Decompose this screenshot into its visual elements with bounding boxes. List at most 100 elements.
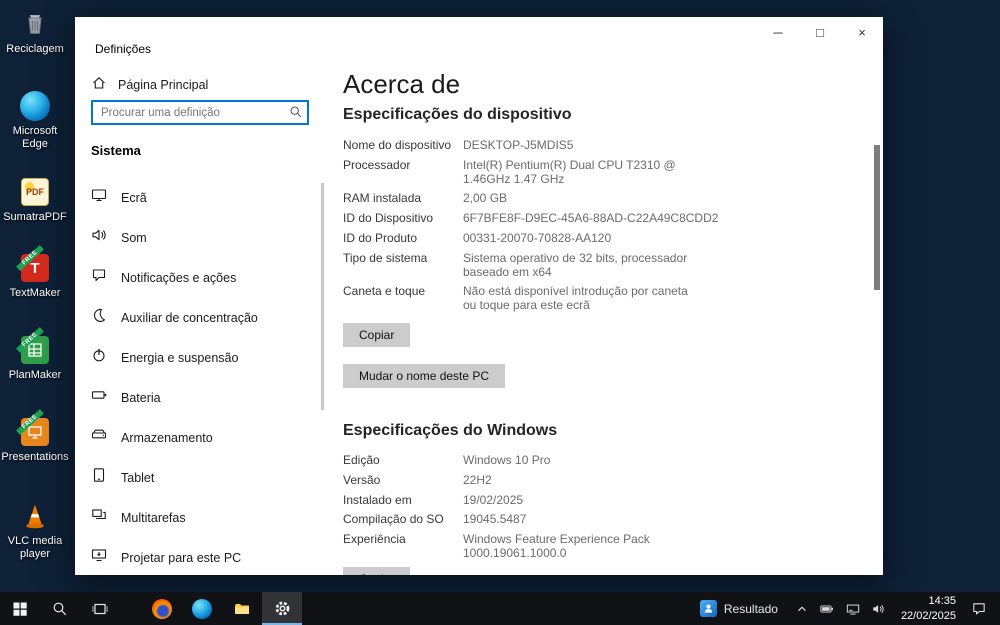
- presentations-icon: FREE: [16, 409, 51, 448]
- clock-date: 22/02/2025: [900, 609, 956, 622]
- sidebar-item-home[interactable]: Página Principal: [75, 69, 325, 100]
- settings-sidebar: Página Principal Sistema Ecrã Som: [75, 63, 325, 605]
- desktop-icon-label: PlanMaker: [8, 369, 62, 381]
- taskbar-edge-icon[interactable]: [182, 592, 222, 625]
- clock-time: 14:35: [928, 595, 956, 608]
- sidebar-item-label: Armazenamento: [121, 430, 213, 445]
- desktop-icon-edge[interactable]: Microsoft Edge: [2, 90, 68, 150]
- minimize-button[interactable]: ─: [757, 17, 799, 47]
- desktop-icon-recycle-bin[interactable]: Reciclagem: [2, 8, 68, 56]
- widget-label: Resultado: [723, 601, 778, 616]
- taskbar-clock[interactable]: 14:35 22/02/2025: [891, 594, 966, 623]
- spec-row-product-id: ID do Produto 00331-20070-70828-AA120: [343, 230, 843, 246]
- sidebar-scrollbar[interactable]: [321, 183, 324, 410]
- desktop-icon-textmaker[interactable]: T FREE TextMaker: [2, 245, 68, 300]
- sidebar-item-label: Ecrã: [121, 190, 147, 205]
- tray-network-icon[interactable]: [840, 592, 866, 625]
- widget-icon: [699, 600, 717, 617]
- sidebar-item-battery[interactable]: Bateria: [75, 378, 325, 418]
- folder-icon: [235, 603, 249, 614]
- settings-search-input[interactable]: [91, 100, 309, 125]
- spec-label: ID do Dispositivo: [343, 211, 434, 226]
- notifications-icon: [91, 267, 107, 289]
- desktop-icon-label: Reciclagem: [6, 43, 64, 55]
- spec-value: Sistema operativo de 32 bits, processado…: [463, 250, 688, 279]
- window-title: Definições: [95, 42, 152, 56]
- device-spec-heading: Especificações do dispositivo: [343, 106, 572, 123]
- spec-row-processor: Processador Intel(R) Pentium(R) Dual CPU…: [343, 157, 843, 187]
- sidebar-item-focus-assist[interactable]: Auxiliar de concentração: [75, 298, 325, 338]
- taskbar-tray: Resultado 14:35 22/02/2025: [688, 592, 1000, 625]
- sidebar-item-tablet[interactable]: Tablet: [75, 458, 325, 498]
- settings-main: Acerca de Especificações do dispositivo …: [325, 63, 883, 575]
- spec-value: Não está disponível introdução por canet…: [463, 284, 688, 313]
- taskbar-explorer-icon[interactable]: [222, 592, 262, 625]
- desktop-icon-label: SumatraPDF: [3, 211, 67, 223]
- taskbar-settings-icon[interactable]: [262, 592, 302, 625]
- gear-icon: [275, 601, 289, 616]
- sound-icon: [91, 227, 107, 249]
- sidebar-item-storage[interactable]: Armazenamento: [75, 418, 325, 458]
- sidebar-item-label: Bateria: [121, 390, 161, 405]
- spec-value: Windows Feature Experience Pack 1000.190…: [463, 532, 650, 560]
- window-controls: ─ □ ×: [757, 17, 883, 47]
- sidebar-home-label: Página Principal: [118, 77, 209, 92]
- taskbar-search-button[interactable]: [40, 592, 80, 625]
- sumatrapdf-icon: PDF: [19, 176, 51, 208]
- taskbar-widget[interactable]: Resultado: [688, 592, 790, 625]
- action-center-icon[interactable]: [966, 592, 992, 625]
- battery-icon: [91, 387, 107, 409]
- spec-row-experience: Experiência Windows Feature Experience P…: [343, 532, 843, 561]
- sidebar-item-label: Tablet: [121, 470, 155, 485]
- spec-label: Experiência: [343, 532, 406, 547]
- spec-label: Caneta e toque: [343, 284, 426, 299]
- desktop-icon-label: VLC media player: [7, 535, 63, 560]
- spec-row-pen-touch: Caneta e toque Não está disponível intro…: [343, 285, 843, 313]
- sidebar-item-notifications[interactable]: Notificações e ações: [75, 258, 325, 298]
- tray-volume-icon[interactable]: [866, 592, 891, 625]
- desktop-icon-sumatrapdf[interactable]: PDF SumatraPDF: [2, 176, 68, 224]
- sidebar-item-multitasking[interactable]: Multitarefas: [75, 498, 325, 538]
- taskbar-firefox-icon[interactable]: [142, 592, 182, 625]
- sidebar-item-projecting[interactable]: Projetar para este PC: [75, 538, 325, 578]
- close-button[interactable]: ×: [841, 17, 883, 47]
- copy-windows-specs-button[interactable]: Copiar: [343, 566, 411, 575]
- spec-label: Processador: [343, 157, 411, 172]
- desktop-icon-vlc[interactable]: VLC media player: [2, 500, 68, 560]
- sidebar-item-label: Som: [121, 230, 147, 245]
- sidebar-item-display[interactable]: Ecrã: [75, 178, 325, 218]
- rename-pc-button[interactable]: Mudar o nome deste PC: [343, 363, 506, 388]
- edge-icon: [19, 90, 51, 122]
- sidebar-item-label: Auxiliar de concentração: [121, 310, 258, 325]
- spec-label: Tipo de sistema: [343, 250, 428, 265]
- start-button[interactable]: [0, 592, 40, 625]
- sidebar-item-sound[interactable]: Som: [75, 218, 325, 258]
- window-body: Página Principal Sistema Ecrã Som: [75, 63, 883, 605]
- home-icon: [91, 75, 107, 94]
- sidebar-item-power-sleep[interactable]: Energia e suspensão: [75, 338, 325, 378]
- maximize-button[interactable]: □: [799, 17, 841, 47]
- settings-search: [91, 100, 309, 125]
- tray-chevron-up-icon[interactable]: [790, 592, 814, 625]
- tablet-icon: [91, 467, 107, 489]
- spec-label: RAM instalada: [343, 191, 422, 206]
- copy-device-specs-button[interactable]: Copiar: [343, 322, 411, 347]
- spec-row-ram: RAM instalada 2,00 GB: [343, 192, 843, 206]
- spec-row-device-id: ID do Dispositivo 6F7BFE8F-D9EC-45A6-88A…: [343, 211, 843, 226]
- spec-label: Compilação do SO: [343, 512, 444, 527]
- spec-value: 19/02/2025: [463, 492, 524, 507]
- desktop-icon-planmaker[interactable]: FREE PlanMaker: [2, 327, 68, 382]
- task-view-button[interactable]: [80, 592, 120, 625]
- spec-label: ID do Produto: [343, 230, 418, 245]
- moon-icon: [91, 307, 107, 329]
- spec-value: 00331-20070-70828-AA120: [463, 230, 612, 245]
- desktop-icon-presentations[interactable]: FREE Presentations: [1, 409, 69, 464]
- task-view-icon: [92, 603, 108, 614]
- desktop-icon-label: Presentations: [1, 451, 69, 463]
- spec-value: 22H2: [463, 472, 492, 487]
- tray-battery-icon[interactable]: [814, 592, 840, 625]
- spec-value: Windows 10 Pro: [463, 452, 551, 467]
- desktop-icon-label: TextMaker: [9, 287, 61, 299]
- main-scrollbar[interactable]: [874, 145, 880, 290]
- window-titlebar[interactable]: Definições ─ □ ×: [75, 17, 883, 63]
